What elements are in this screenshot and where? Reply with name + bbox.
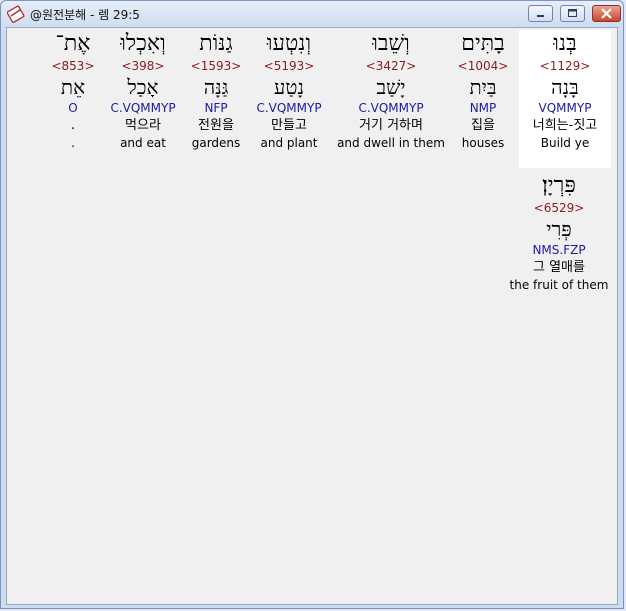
parsing-code: C.VQMMYP bbox=[110, 101, 176, 115]
hebrew-word: וְנִטְעוּ bbox=[266, 31, 312, 56]
hebrew-word: בְּנוּ bbox=[553, 31, 577, 56]
hebrew-word: בָתִּים bbox=[461, 31, 505, 56]
strong-number[interactable]: <6529> bbox=[507, 200, 611, 216]
lemma-word: בָּנָה bbox=[551, 75, 579, 99]
korean-gloss: 거기 거하며 bbox=[359, 118, 423, 133]
english-gloss: and eat bbox=[120, 136, 166, 150]
lemma-word: נָטַע bbox=[274, 75, 304, 99]
word-column[interactable]: אֶת־ <853> אֵת O . . bbox=[49, 30, 97, 151]
lemma-word: אֵת bbox=[60, 75, 86, 99]
strong-number[interactable]: <3427> bbox=[335, 58, 447, 74]
hebrew-word: וְשֵׁבוּ bbox=[372, 31, 410, 56]
strong-number[interactable]: <1593> bbox=[189, 58, 243, 74]
english-gloss: . bbox=[71, 136, 75, 150]
lemma-word: יָשַׁב bbox=[376, 75, 406, 99]
word-column[interactable]: גַנּוֹת <1593> גַּנָּה NFP 전원을 gardens bbox=[189, 30, 243, 151]
parsing-code: NMS.FZP bbox=[532, 243, 586, 257]
maximize-icon bbox=[568, 9, 577, 17]
english-gloss: gardens bbox=[191, 136, 241, 150]
word-analysis-panel: בְּנוּ <1129> בָּנָה VQMMYP 너희는-짓고 Build… bbox=[6, 27, 618, 605]
parsing-code: NMP bbox=[469, 101, 497, 115]
english-gloss: the fruit of them bbox=[509, 278, 609, 292]
lemma-word: פְּרִי bbox=[546, 217, 572, 241]
lemma-word: גַּנָּה bbox=[203, 75, 229, 99]
korean-gloss: 먹으라 bbox=[125, 118, 161, 133]
word-column[interactable]: בְּנוּ <1129> בָּנָה VQMMYP 너희는-짓고 Build… bbox=[519, 30, 611, 168]
parsing-code: O bbox=[68, 101, 78, 115]
close-button[interactable] bbox=[592, 5, 621, 22]
korean-gloss: 만들고 bbox=[271, 118, 307, 133]
english-gloss: houses bbox=[461, 136, 505, 150]
hebrew-word: פִּרְיָן׃ bbox=[542, 173, 576, 198]
parsing-code: NFP bbox=[204, 101, 228, 115]
parsing-code: C.VQMMYP bbox=[256, 101, 322, 115]
korean-gloss: 너희는-짓고 bbox=[532, 118, 598, 133]
word-column[interactable]: וְשֵׁבוּ <3427> יָשַׁב C.VQMMYP 거기 거하며 a… bbox=[335, 30, 447, 151]
english-gloss: Build ye bbox=[540, 136, 590, 150]
hebrew-word: אֶת־ bbox=[55, 31, 91, 56]
word-column[interactable]: פִּרְיָן׃ <6529> פְּרִי NMS.FZP 그 열매를 th… bbox=[507, 172, 611, 293]
maximize-button[interactable] bbox=[560, 5, 585, 22]
strong-number[interactable]: <398> bbox=[103, 58, 183, 74]
korean-gloss: 전원을 bbox=[198, 118, 234, 133]
close-icon bbox=[601, 8, 612, 19]
parsing-code: C.VQMMYP bbox=[358, 101, 424, 115]
korean-gloss: 그 열매를 bbox=[533, 260, 585, 275]
parsing-code: VQMMYP bbox=[538, 101, 592, 115]
strong-number[interactable]: <5193> bbox=[249, 58, 329, 74]
strong-number[interactable]: <1129> bbox=[519, 58, 611, 74]
strong-number[interactable]: <1004> bbox=[453, 58, 513, 74]
word-column[interactable]: וְנִטְעוּ <5193> נָטַע C.VQMMYP 만들고 and … bbox=[249, 30, 329, 151]
lemma-word: בַּיִת bbox=[469, 75, 497, 99]
hebrew-word: גַנּוֹת bbox=[199, 31, 233, 56]
english-gloss: and dwell in them bbox=[337, 136, 445, 150]
lemma-word: אָכַל bbox=[127, 75, 159, 99]
title-bar[interactable]: @원전분해 - 렘 29:5 bbox=[1, 1, 623, 27]
korean-gloss: . bbox=[70, 118, 76, 133]
app-window: @원전분해 - 렘 29:5 בְּנוּ <1129> בָּנָה VQMM… bbox=[0, 0, 624, 609]
window-title: @원전분해 - 렘 29:5 bbox=[30, 8, 140, 22]
korean-gloss: 집을 bbox=[471, 118, 495, 133]
app-icon bbox=[7, 5, 25, 23]
minimize-button[interactable] bbox=[528, 5, 553, 22]
word-column[interactable]: בָתִּים <1004> בַּיִת NMP 집을 houses bbox=[453, 30, 513, 151]
strong-number[interactable]: <853> bbox=[49, 58, 97, 74]
hebrew-word: וְאִכְלוּ bbox=[120, 31, 166, 56]
english-gloss: and plant bbox=[260, 136, 318, 150]
word-column[interactable]: וְאִכְלוּ <398> אָכַל C.VQMMYP 먹으라 and e… bbox=[103, 30, 183, 151]
minimize-icon bbox=[537, 15, 544, 17]
